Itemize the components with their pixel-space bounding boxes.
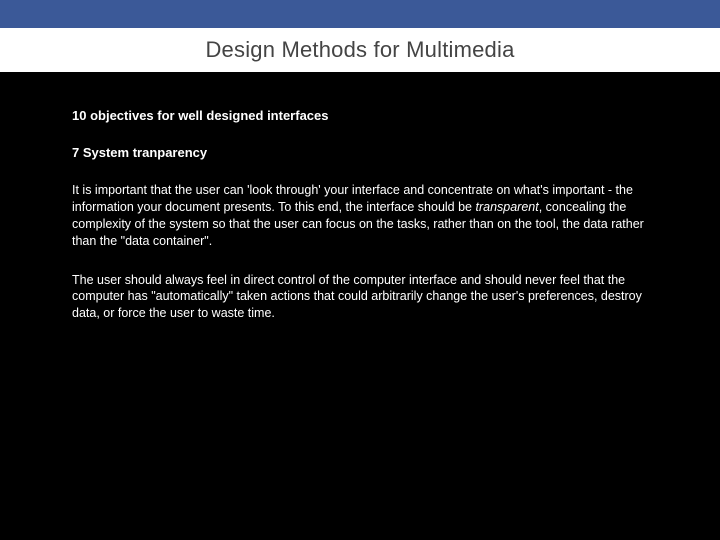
paragraph-2: The user should always feel in direct co… [72, 272, 648, 323]
para1-emphasis: transparent [475, 200, 538, 214]
page-title: Design Methods for Multimedia [205, 37, 514, 63]
top-accent-bar [0, 0, 720, 28]
title-bar: Design Methods for Multimedia [0, 28, 720, 72]
subtitle: 10 objectives for well designed interfac… [72, 108, 648, 123]
content-area: 10 objectives for well designed interfac… [0, 72, 720, 322]
paragraph-1: It is important that the user can 'look … [72, 182, 648, 250]
section-heading: 7 System tranparency [72, 145, 648, 160]
